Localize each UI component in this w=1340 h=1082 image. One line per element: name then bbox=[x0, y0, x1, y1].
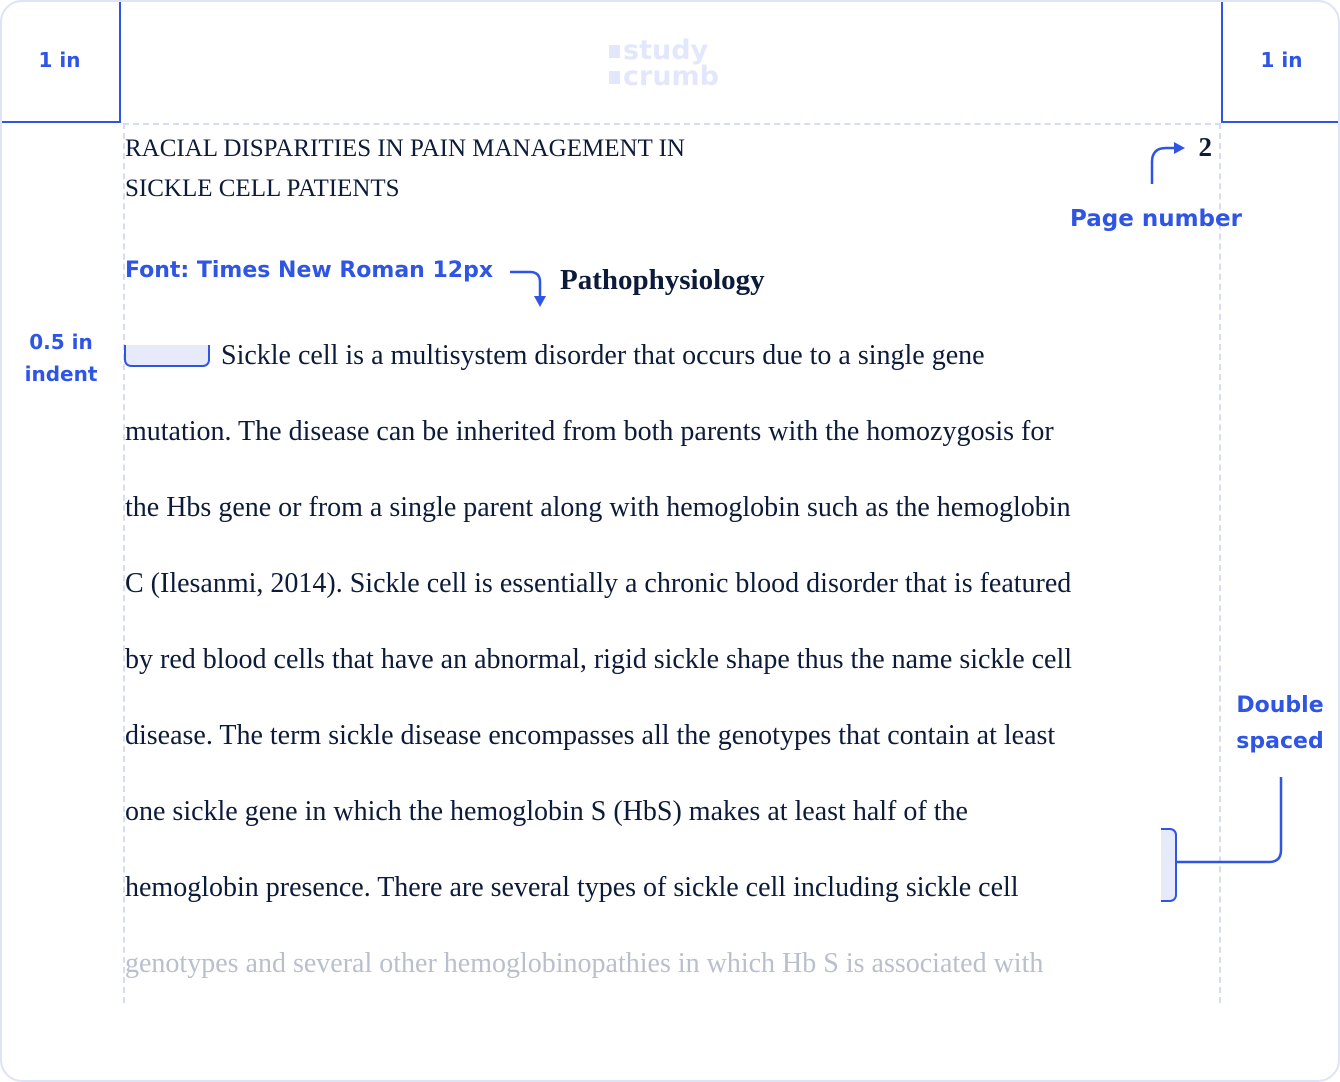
running-head: RACIAL DISPARITIES IN PAIN MANAGEMENT IN… bbox=[125, 129, 685, 209]
left-margin-indicator: 1 in bbox=[2, 2, 121, 123]
body-line: the Hbs gene or from a single parent alo… bbox=[125, 492, 1071, 523]
double-spaced-line-2: spaced bbox=[1236, 729, 1324, 754]
bookmark-icon bbox=[609, 45, 620, 58]
body-line: disease. The term sickle disease encompa… bbox=[125, 720, 1056, 751]
right-margin-indicator: 1 in bbox=[1221, 2, 1338, 123]
right-margin-guide bbox=[1219, 123, 1221, 1003]
indent-annotation-line-2: indent bbox=[24, 362, 98, 386]
page-number-arrow-icon bbox=[1150, 146, 1174, 184]
running-head-line-2: SICKLE CELL PATIENTS bbox=[125, 175, 400, 202]
font-arrow-icon bbox=[510, 270, 542, 298]
line-spacing-bracket bbox=[1161, 828, 1177, 902]
body-line: mutation. The disease can be inherited f… bbox=[125, 416, 1054, 447]
font-annotation: Font: Times New Roman 12px bbox=[125, 258, 494, 283]
body-line: by red blood cells that have an abnormal… bbox=[125, 644, 1073, 675]
page-number: 2 bbox=[1198, 132, 1213, 162]
indent-annotation: 0.5 in indent bbox=[24, 326, 98, 390]
page-number-annotation: Page number bbox=[1070, 206, 1242, 232]
logo-text-bottom: crumb bbox=[623, 61, 720, 92]
running-head-line-1: RACIAL DISPARITIES IN PAIN MANAGEMENT IN bbox=[125, 135, 685, 162]
body-line: one sickle gene in which the hemoglobin … bbox=[125, 796, 968, 827]
body-line: Sickle cell is a multisystem disorder th… bbox=[221, 340, 985, 371]
double-spaced-line-1: Double bbox=[1236, 693, 1324, 718]
double-spaced-connector-icon bbox=[1177, 777, 1283, 864]
body-line: hemoglobin presence. There are several t… bbox=[125, 872, 1019, 903]
section-heading: Pathophysiology bbox=[560, 264, 765, 296]
left-margin-guide bbox=[123, 123, 125, 1003]
body-line-faded: genotypes and several other hemoglobinop… bbox=[125, 948, 1044, 979]
indent-marker bbox=[124, 345, 210, 367]
studycrumb-logo: study crumb bbox=[609, 37, 720, 92]
top-margin-guide bbox=[123, 123, 1221, 125]
left-margin-label: 1 in bbox=[38, 48, 81, 72]
crumb-icon bbox=[609, 71, 620, 84]
apa-format-sample-page: 1 in 1 in study crumb RACIAL DISPARITIES… bbox=[0, 0, 1340, 1082]
right-margin-label: 1 in bbox=[1260, 48, 1303, 72]
indent-annotation-line-1: 0.5 in bbox=[29, 330, 93, 354]
body-line: C (Ilesanmi, 2014). Sickle cell is essen… bbox=[125, 568, 1072, 599]
double-spaced-annotation: Double spaced bbox=[1230, 688, 1330, 760]
